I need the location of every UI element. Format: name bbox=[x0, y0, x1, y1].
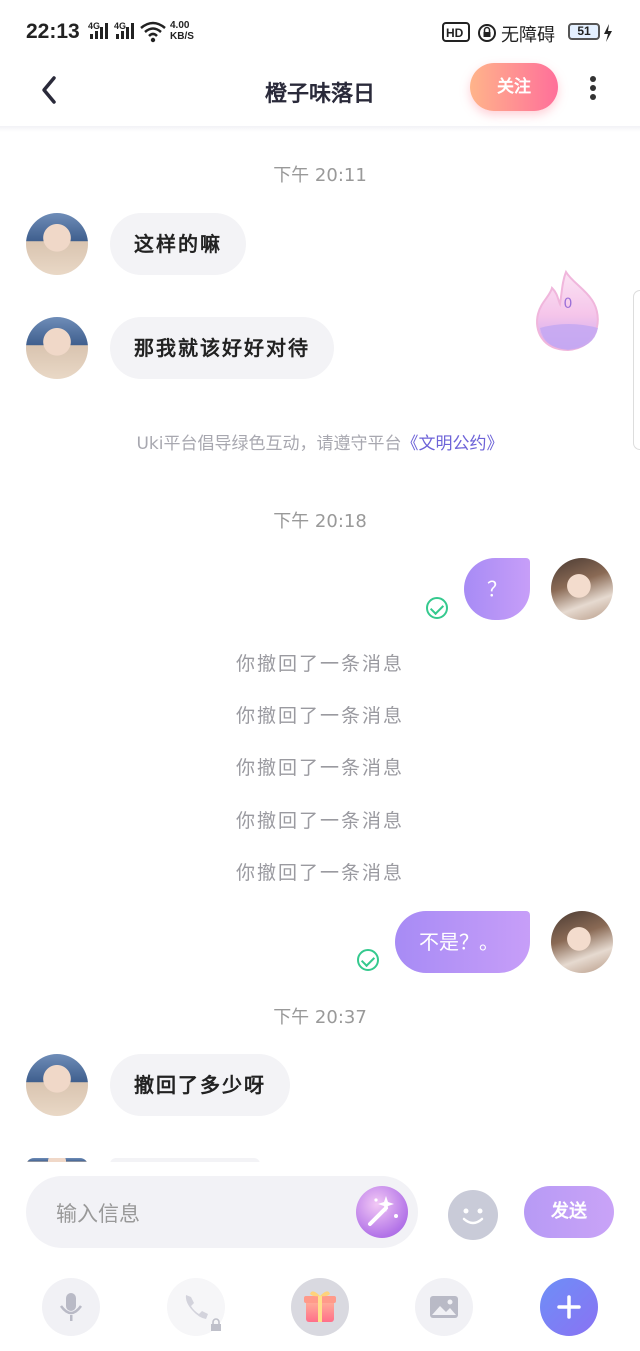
flame-count: 0 bbox=[563, 296, 573, 312]
contact-avatar[interactable] bbox=[26, 1054, 88, 1116]
civility-convention-link[interactable]: 《文明公约》 bbox=[402, 434, 504, 454]
composer-bar: 发送 bbox=[0, 1162, 640, 1351]
platform-notice: Uki平台倡导绿色互动，请遵守平台《文明公约》 bbox=[0, 429, 640, 454]
charging-icon bbox=[603, 24, 613, 46]
recalled-message-notice: 你撤回了一条消息 bbox=[235, 757, 404, 779]
timestamp: 下午 20:37 bbox=[273, 1007, 367, 1028]
recalled-message-notice: 你撤回了一条消息 bbox=[235, 705, 404, 727]
more-dot-icon bbox=[590, 76, 596, 82]
outgoing-message[interactable]: ？ bbox=[464, 558, 530, 620]
smiley-icon bbox=[462, 1208, 484, 1225]
timestamp: 下午 20:11 bbox=[273, 165, 367, 186]
more-dot-icon bbox=[590, 94, 596, 100]
speed-unit: KB/S bbox=[170, 31, 194, 42]
emoji-button[interactable] bbox=[448, 1190, 498, 1240]
notice-text: Uki平台倡导绿色互动，请遵守平台 bbox=[136, 434, 402, 454]
header-divider bbox=[0, 126, 640, 132]
more-options-button[interactable] bbox=[582, 74, 604, 104]
voice-call-button[interactable] bbox=[167, 1278, 225, 1336]
accessibility-lock-icon bbox=[478, 24, 496, 46]
incoming-message[interactable]: 撤回了多少呀 bbox=[110, 1054, 290, 1116]
svg-text:4G: 4G bbox=[88, 21, 100, 31]
signal-icon-2: 4G bbox=[114, 20, 138, 42]
image-button[interactable] bbox=[415, 1278, 473, 1336]
send-button[interactable]: 发送 bbox=[524, 1186, 614, 1238]
accessibility-label: 无障碍 bbox=[501, 25, 555, 46]
hd-icon: HD bbox=[442, 22, 472, 46]
gift-icon bbox=[304, 1291, 336, 1322]
status-bar: 22:13 4G 4G 4.00 KB/S HD 无障碍 51 bbox=[0, 0, 640, 62]
recalled-message-notice: 你撤回了一条消息 bbox=[235, 653, 404, 675]
chat-header: 橙子味落日 关注 bbox=[0, 62, 640, 128]
microphone-icon bbox=[59, 1293, 83, 1321]
message-input-box[interactable] bbox=[26, 1176, 418, 1248]
side-drawer-handle[interactable] bbox=[633, 290, 640, 450]
plus-icon bbox=[557, 1295, 581, 1319]
voice-button[interactable] bbox=[42, 1278, 100, 1336]
network-speed: 4.00 KB/S bbox=[170, 20, 194, 42]
contact-avatar[interactable] bbox=[26, 317, 88, 379]
contact-avatar[interactable] bbox=[26, 213, 88, 275]
intimacy-flame-badge[interactable]: 0 bbox=[532, 268, 604, 356]
magic-wand-icon bbox=[368, 1196, 398, 1226]
outgoing-message[interactable]: 不是？。 bbox=[395, 911, 530, 973]
more-actions-button[interactable] bbox=[540, 1278, 598, 1336]
more-dot-icon bbox=[590, 85, 596, 91]
follow-button[interactable]: 关注 bbox=[470, 63, 558, 111]
signal-icon: 4G bbox=[88, 20, 112, 42]
lock-icon bbox=[211, 1318, 221, 1331]
incoming-message[interactable]: 那我就该好好对待 bbox=[110, 317, 334, 379]
my-avatar[interactable] bbox=[551, 558, 613, 620]
status-time: 22:13 bbox=[26, 20, 80, 43]
read-check-icon bbox=[426, 597, 448, 619]
timestamp: 下午 20:18 bbox=[273, 511, 367, 532]
gift-button[interactable] bbox=[291, 1278, 349, 1336]
battery-indicator: 51 bbox=[568, 23, 600, 40]
flame-icon bbox=[536, 269, 599, 352]
my-avatar[interactable] bbox=[551, 911, 613, 973]
image-icon bbox=[430, 1296, 458, 1318]
svg-text:HD: HD bbox=[446, 26, 464, 40]
svg-text:4G: 4G bbox=[114, 21, 126, 31]
message-input[interactable] bbox=[54, 1196, 348, 1232]
recalled-message-notice: 你撤回了一条消息 bbox=[235, 810, 404, 832]
magic-wand-button[interactable] bbox=[356, 1186, 408, 1238]
wifi-icon bbox=[140, 21, 166, 47]
incoming-message[interactable]: 这样的嘛 bbox=[110, 213, 246, 275]
speed-value: 4.00 bbox=[170, 20, 190, 31]
recalled-message-notice: 你撤回了一条消息 bbox=[235, 862, 404, 884]
read-check-icon bbox=[357, 949, 379, 971]
